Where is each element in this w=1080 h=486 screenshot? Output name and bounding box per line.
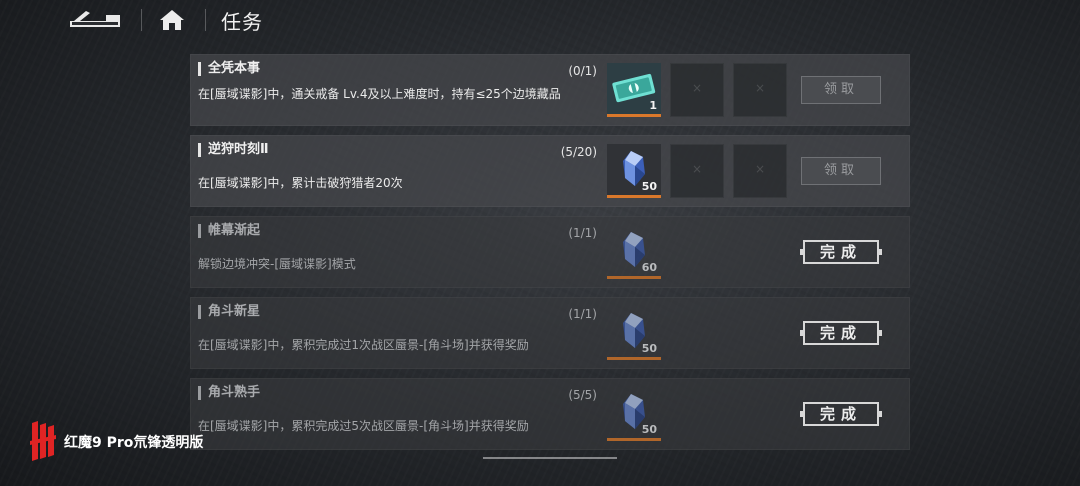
back-arrow-icon: [70, 11, 120, 27]
reward-slot: 60: [607, 225, 661, 279]
back-button[interactable]: [66, 9, 124, 31]
task-title: 角斗新星: [198, 305, 260, 319]
divider: [205, 9, 206, 31]
task-list[interactable]: 全凭本事 (0/1) 在[蜃域谍影]中，通关戒备 Lv.4及以上难度时，持有≤2…: [190, 54, 910, 459]
task-progress: (5/20): [560, 145, 597, 159]
task-item: 角斗新星 (1/1) 在[蜃域谍影]中，累积完成过1次战区蜃景-[角斗场]并获得…: [190, 297, 910, 369]
top-bar: 任务: [0, 0, 1080, 40]
task-description: 在[蜃域谍影]中，累积完成过1次战区蜃景-[角斗场]并获得奖励: [198, 338, 529, 352]
task-progress: (1/1): [568, 226, 597, 240]
reward-slot: 50: [607, 306, 661, 360]
reward-count: 50: [641, 180, 657, 193]
task-item: 帷幕渐起 (1/1) 解锁边境冲突-[蜃域谍影]模式 60 完成: [190, 216, 910, 288]
task-item: 角斗熟手 (5/5) 在[蜃域谍影]中，累积完成过5次战区蜃景-[角斗场]并获得…: [190, 378, 910, 450]
reward-count: 1: [649, 99, 657, 112]
task-description: 在[蜃域谍影]中，通关戒备 Lv.4及以上难度时，持有≤25个边境藏品: [198, 87, 561, 101]
reward-slot: 50: [607, 387, 661, 441]
claim-button[interactable]: 领取: [801, 157, 881, 185]
home-icon: [160, 10, 184, 30]
task-description: 在[蜃域谍影]中，累计击破狩猎者20次: [198, 176, 403, 190]
reward-slot[interactable]: 1: [607, 63, 661, 117]
empty-reward-slot: ×: [670, 63, 724, 117]
empty-reward-slot: ×: [733, 144, 787, 198]
task-title: 全凭本事: [198, 62, 260, 76]
empty-reward-slot: ×: [670, 144, 724, 198]
task-description: 在[蜃域谍影]中，累积完成过5次战区蜃景-[角斗场]并获得奖励: [198, 419, 529, 433]
reward-count: 50: [641, 423, 657, 436]
claim-button[interactable]: 领取: [801, 76, 881, 104]
task-title: 逆狩时刻Ⅱ: [198, 143, 269, 157]
reward-count: 50: [641, 342, 657, 355]
reward-slot[interactable]: 50: [607, 144, 661, 198]
task-progress: (1/1): [568, 307, 597, 321]
device-logo-icon: [30, 421, 56, 461]
task-progress: (5/5): [568, 388, 597, 402]
task-title: 角斗熟手: [198, 386, 260, 400]
reward-count: 60: [641, 261, 657, 274]
completed-stamp: 完成: [800, 321, 882, 345]
divider: [141, 9, 142, 31]
task-item: 全凭本事 (0/1) 在[蜃域谍影]中，通关戒备 Lv.4及以上难度时，持有≤2…: [190, 54, 910, 126]
task-item: 逆狩时刻Ⅱ (5/20) 在[蜃域谍影]中，累计击破狩猎者20次 50 × × …: [190, 135, 910, 207]
home-button[interactable]: [158, 8, 186, 32]
completed-stamp: 完成: [800, 402, 882, 426]
task-progress: (0/1): [568, 64, 597, 78]
empty-reward-slot: ×: [733, 63, 787, 117]
task-title: 帷幕渐起: [198, 224, 260, 238]
completed-stamp: 完成: [800, 240, 882, 264]
page-title: 任务: [221, 10, 263, 34]
device-watermark-text: 红魔9 Pro氘锋透明版: [64, 435, 204, 451]
scroll-indicator: [483, 457, 617, 459]
task-description: 解锁边境冲突-[蜃域谍影]模式: [198, 257, 356, 271]
